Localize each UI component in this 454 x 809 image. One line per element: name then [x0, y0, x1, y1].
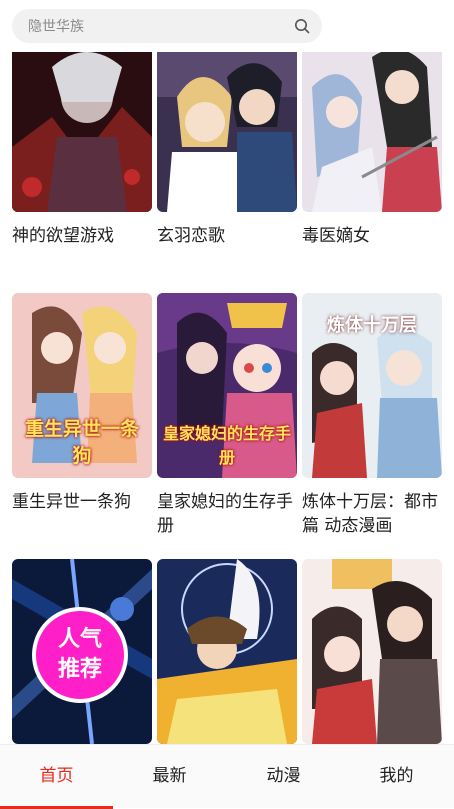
comic-cover[interactable]: 炼体十万层 [302, 293, 442, 478]
comic-title[interactable]: 毒医嫡女 [302, 224, 442, 248]
tab-label: 最新 [152, 766, 187, 786]
search-icon[interactable] [294, 18, 310, 34]
comic-cover[interactable] [302, 27, 442, 212]
tab-label: 我的 [379, 766, 414, 786]
popular-badge: 人气 推荐 [32, 607, 128, 703]
comic-title[interactable]: 神的欲望游戏 [12, 224, 152, 248]
tab-label: 首页 [39, 766, 74, 786]
comic-title[interactable]: 皇家媳妇的生存手册 [157, 490, 297, 538]
bottom-tab-bar: 首页 最新 动漫 我的 [0, 744, 454, 809]
cover-logo-text: 重生异世一条狗 [24, 418, 139, 467]
search-box[interactable] [12, 9, 322, 45]
search-input[interactable] [26, 9, 280, 45]
tab-mine[interactable]: 我的 [340, 745, 453, 809]
comic-cover[interactable] [157, 27, 297, 212]
comic-cover[interactable] [157, 559, 297, 744]
tab-anime[interactable]: 动漫 [227, 745, 340, 809]
comic-grid: 神的欲望游戏 玄羽恋歌 毒医嫡女 重生异世一条狗 重生异世一条狗 皇家媳妇的生存… [0, 0, 454, 808]
tab-latest[interactable]: 最新 [113, 745, 226, 809]
comic-title[interactable]: 玄羽恋歌 [157, 224, 297, 248]
tab-home[interactable]: 首页 [0, 745, 113, 809]
comic-cover[interactable]: 重生异世一条狗 [12, 293, 152, 478]
tab-label: 动漫 [266, 766, 301, 786]
comic-cover[interactable]: 人气 推荐 [12, 559, 152, 744]
cover-logo-text: 炼体十万层 [327, 315, 417, 336]
cover-logo-text: 皇家媳妇的生存手册 [162, 424, 291, 467]
comic-cover[interactable]: 皇家媳妇的生存手册 [157, 293, 297, 478]
comic-title[interactable]: 重生异世一条狗 [12, 490, 152, 514]
comic-cover[interactable] [12, 27, 152, 212]
comic-title[interactable]: 炼体十万层：都市篇 动态漫画 [302, 490, 442, 538]
comic-cover[interactable] [302, 559, 442, 744]
search-bar [0, 0, 454, 52]
